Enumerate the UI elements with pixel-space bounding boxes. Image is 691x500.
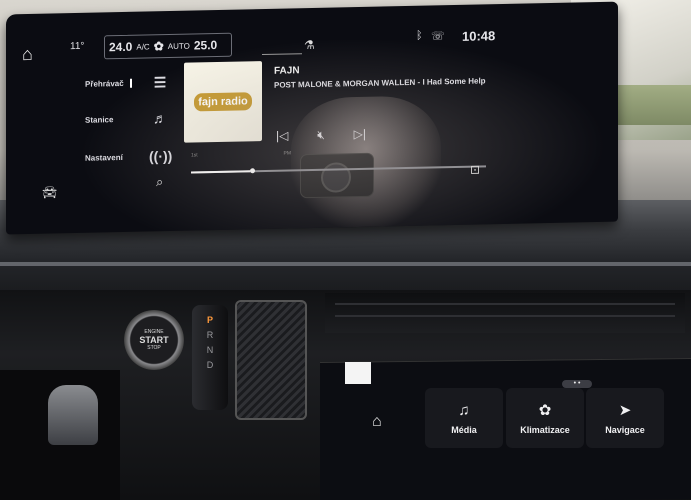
engine-start-stop-button[interactable]: ENGINE START STOP	[124, 310, 184, 370]
track-info: POST MALONE & MORGAN WALLEN - I Had Some…	[274, 76, 486, 90]
sidebar-item-label: Přehrávač	[61, 78, 132, 89]
wiper-stalk[interactable]	[48, 385, 98, 445]
tile-label: Navigace	[605, 425, 645, 435]
camera-lens	[321, 162, 351, 193]
tick-right: PM	[283, 150, 292, 157]
save-station-icon[interactable]: ⊡	[470, 162, 480, 176]
mute-icon[interactable]: 🔇︎	[317, 128, 325, 143]
search-icon[interactable]: ⌕	[156, 174, 163, 190]
outside-temperature: 11°	[70, 40, 85, 53]
gear-selector-toggle[interactable]	[235, 300, 307, 420]
tile-media[interactable]: ♫ Média	[425, 388, 503, 448]
gear-indicator: P R N D	[192, 305, 228, 410]
tick-left: 1st	[191, 152, 198, 159]
white-reflection	[345, 362, 371, 384]
dashboard-trim	[0, 262, 691, 266]
phone-signal-icon: ☏	[431, 30, 445, 43]
tile-climate[interactable]: ✿ Klimatizace	[506, 388, 584, 448]
progress-knob[interactable]	[250, 168, 255, 174]
progress-fill	[191, 170, 250, 174]
radio-sidebar: Přehrávač ☰ Stanice ♬ Nastavení ((·))	[61, 67, 176, 219]
next-icon[interactable]: ▷|	[354, 127, 366, 142]
antenna-icon: ((·))	[149, 147, 173, 165]
bluetooth-icon: ᛒ	[416, 29, 423, 42]
sidebar-item-player[interactable]: Přehrávač ☰	[61, 69, 171, 97]
sidebar-item-label: Nastavení	[85, 152, 123, 163]
stop-label: STOP	[147, 345, 161, 351]
sidebar-item-settings[interactable]: Nastavení ((·))	[61, 143, 173, 171]
gear-p: P	[206, 315, 213, 325]
auto-label: AUTO	[167, 41, 190, 51]
passenger-temperature: 25.0	[193, 37, 218, 53]
vent-slat	[335, 303, 675, 305]
gear-n: N	[206, 345, 214, 355]
gear-r: R	[206, 330, 214, 340]
seat-heating-icon[interactable]: ⚗	[304, 38, 315, 52]
camera-reflection	[301, 153, 373, 198]
station-cover-art: fajn radio	[184, 61, 262, 143]
ac-label: A/C	[136, 41, 150, 52]
fan-icon: ✿	[538, 402, 552, 419]
infotainment-screen: ⌂ 11° 24.0 A/C ✿ AUTO 25.0 ⚗ ᛒ ☏ 10:48 P…	[6, 1, 618, 235]
fan-icon: ✿	[153, 39, 164, 54]
vent-slat	[335, 315, 675, 317]
gear-d: D	[206, 360, 214, 370]
status-divider	[262, 53, 302, 56]
status-bar: ⌂ 11° 24.0 A/C ✿ AUTO 25.0 ⚗ ᛒ ☏ 10:48	[6, 2, 618, 64]
station-logo: fajn radio	[194, 92, 252, 112]
playback-controls: |◁ 🔇︎ ▷|	[276, 127, 366, 144]
station-name: FAJN	[274, 65, 300, 77]
navigation-arrow-icon: ➤	[618, 402, 632, 419]
clock: 10:48	[462, 28, 496, 44]
tile-label: Média	[451, 424, 477, 435]
tile-label: Klimatizace	[520, 425, 570, 435]
home-icon[interactable]: ⌂	[22, 44, 44, 66]
car-icon[interactable]: 🚘︎	[42, 185, 57, 199]
car-interior-photo: ⌂ 11° 24.0 A/C ✿ AUTO 25.0 ⚗ ᛒ ☏ 10:48 P…	[0, 0, 691, 500]
previous-icon[interactable]: |◁	[276, 128, 288, 143]
progress-ticks: 1st PM	[191, 150, 291, 158]
driver-temperature: 24.0	[109, 39, 133, 55]
tile-navigation[interactable]: ➤ Navigace	[586, 388, 664, 448]
page-indicator: • •	[562, 380, 592, 388]
radio-list-icon: ♬	[153, 110, 167, 127]
air-vent	[325, 293, 685, 333]
menu-icon: ☰	[153, 73, 167, 90]
music-note-icon: ♫	[458, 401, 470, 419]
climate-summary[interactable]: 24.0 A/C ✿ AUTO 25.0	[104, 32, 232, 60]
home-icon[interactable]: ⌂	[372, 413, 382, 431]
sidebar-item-stations[interactable]: Stanice ♬	[61, 105, 171, 133]
start-label: START	[139, 335, 169, 345]
sidebar-item-label: Stanice	[85, 114, 114, 125]
